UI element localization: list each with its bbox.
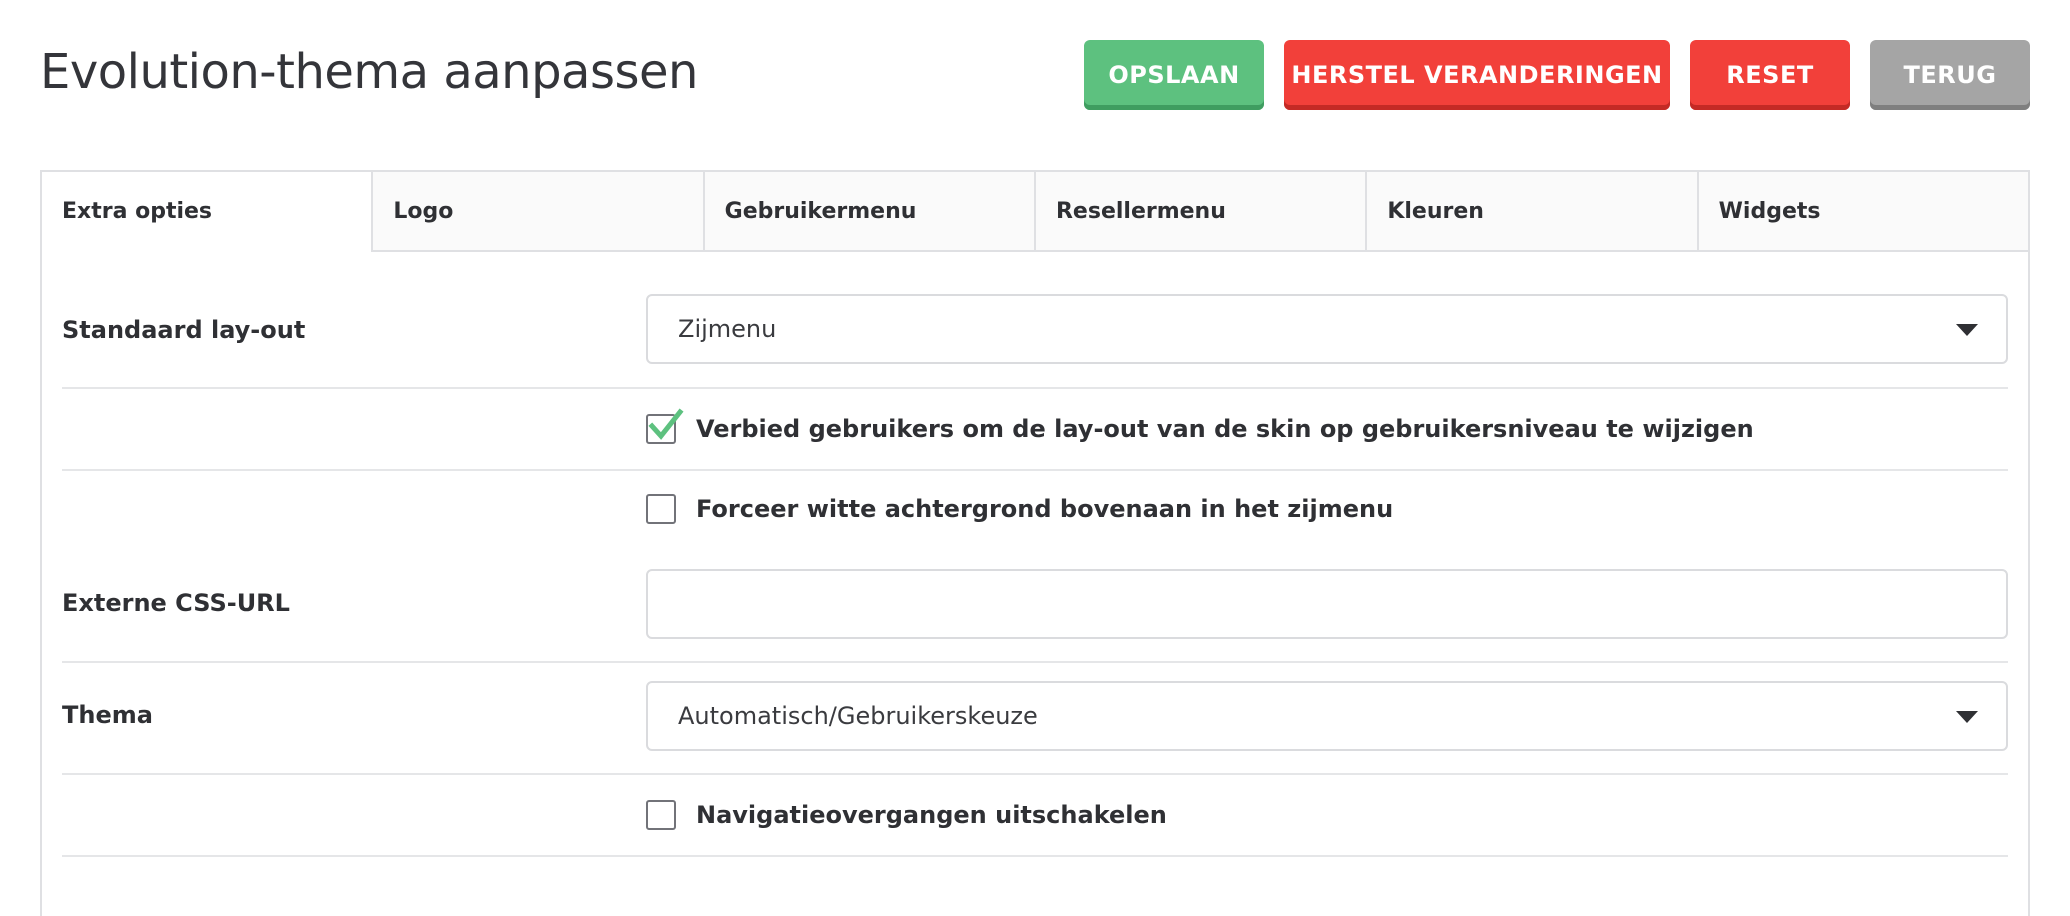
theme-select-value: Automatisch/Gebruikerskeuze [678,702,1038,730]
external-css-input[interactable] [678,590,2006,618]
page: Evolution-thema aanpassen OPSLAAN HERSTE… [0,0,2070,916]
forbid-layout-checkbox[interactable] [646,408,684,444]
save-button[interactable]: OPSLAAN [1084,40,1264,110]
checkmark-icon [648,408,684,440]
tab-reseller-menu[interactable]: Resellermenu [1033,172,1366,252]
forbid-layout-row: Verbied gebruikers om de lay-out van de … [62,389,2008,471]
layout-label: Standaard lay-out [62,316,306,344]
tab-colors[interactable]: Kleuren [1365,172,1697,252]
reset-button[interactable]: RESET [1690,40,1850,110]
tab-extra-options[interactable]: Extra opties [42,172,372,252]
disable-transitions-row: Navigatieovergangen uitschakelen [62,775,2008,857]
layout-select[interactable]: Zijmenu [646,294,2008,364]
chevron-down-icon [1956,324,1978,336]
external-css-field[interactable] [646,569,2008,639]
theme-row: Thema Automatisch/Gebruikerskeuze [62,681,2008,775]
page-title: Evolution-thema aanpassen [40,44,698,100]
tab-user-menu[interactable]: Gebruikermenu [702,172,1034,252]
external-css-row: Externe CSS-URL [62,569,2008,663]
force-white-option[interactable]: Forceer witte achtergrond bovenaan in he… [646,494,1393,524]
back-button[interactable]: TERUG [1870,40,2030,110]
forbid-layout-label: Verbied gebruikers om de lay-out van de … [696,415,1754,443]
theme-label: Thema [62,701,153,729]
tab-widgets[interactable]: Widgets [1696,172,2028,252]
disable-transitions-option[interactable]: Navigatieovergangen uitschakelen [646,800,1167,830]
external-css-label: Externe CSS-URL [62,589,290,617]
tab-bar: Extra opties Logo Gebruikermenu Reseller… [42,172,2028,252]
disable-transitions-checkbox[interactable] [646,800,676,830]
force-white-row: Forceer witte achtergrond bovenaan in he… [62,471,2008,551]
force-white-label: Forceer witte achtergrond bovenaan in he… [696,495,1394,523]
layout-select-value: Zijmenu [678,315,777,343]
settings-panel: Extra opties Logo Gebruikermenu Reseller… [40,170,2030,916]
layout-row: Standaard lay-out Zijmenu [62,294,2008,389]
undo-changes-button[interactable]: HERSTEL VERANDERINGEN [1284,40,1670,110]
tab-logo[interactable]: Logo [371,172,703,252]
chevron-down-icon [1956,711,1978,723]
forbid-layout-option[interactable]: Verbied gebruikers om de lay-out van de … [646,408,1754,444]
force-white-checkbox[interactable] [646,494,676,524]
theme-select[interactable]: Automatisch/Gebruikerskeuze [646,681,2008,751]
disable-transitions-label: Navigatieovergangen uitschakelen [696,801,1167,829]
